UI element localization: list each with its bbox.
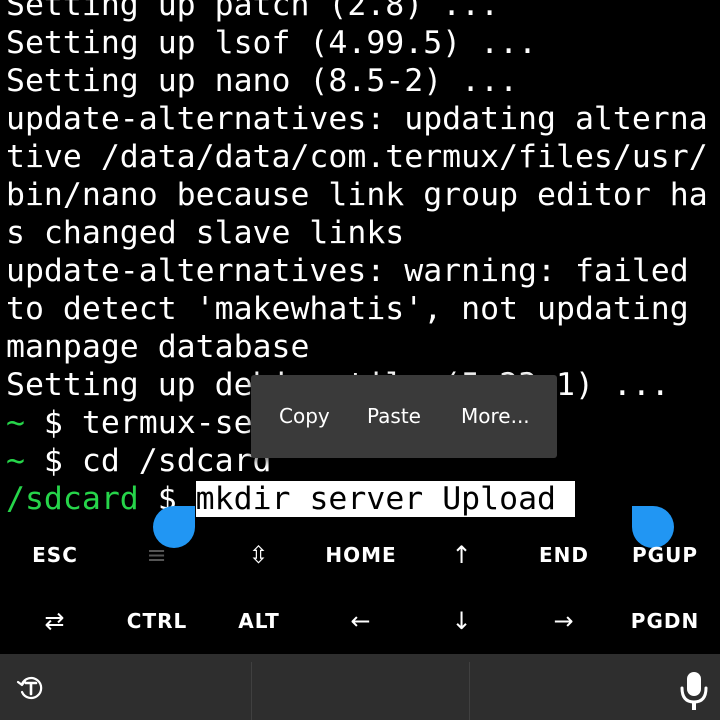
alt-key[interactable]: ALT [208, 588, 310, 654]
pgup-key[interactable]: PGUP [614, 522, 716, 588]
up-arrow-key[interactable]: ↑ [411, 522, 513, 588]
tab-key[interactable]: ⇄ [4, 588, 106, 654]
more-button[interactable]: More... [461, 375, 530, 458]
terminal-line: update-alternatives: warning: failed [6, 253, 689, 289]
terminal-line: s changed slave links [6, 215, 405, 251]
prompt-symbol: $ [24, 405, 82, 441]
paste-button[interactable]: Paste [367, 375, 421, 458]
terminal-line: Setting up patch (2.8) ... [6, 0, 500, 23]
esc-key[interactable]: ESC [4, 522, 106, 588]
prompt-symbol: $ [24, 443, 82, 479]
extra-keys-bar: ESC ≡ ⇳ HOME ↑ END PGUP ⇄ CTRL ALT ← ↓ →… [0, 522, 720, 654]
prompt-path: ~ [6, 443, 25, 479]
terminal-line: Setting up lsof (4.99.5) ... [6, 25, 538, 61]
copy-button[interactable]: Copy [279, 375, 330, 458]
terminal-line: manpage database [6, 329, 310, 365]
keyboard-toggle-key[interactable]: ⇳ [208, 522, 310, 588]
terminal-line: tive /data/data/com.termux/files/usr/ [6, 139, 708, 175]
keyboard-mode-icon[interactable] [16, 673, 46, 708]
prompt-path: /sdcard [6, 481, 139, 517]
terminal-line: update-alternatives: updating alterna [6, 101, 708, 137]
prompt-path: ~ [6, 405, 25, 441]
terminal-line: Setting up nano (8.5-2) ... [6, 63, 519, 99]
toolbar-divider [469, 662, 470, 720]
microphone-icon[interactable] [679, 670, 709, 715]
terminal-line: bin/nano because link group editor ha [6, 177, 708, 213]
pgdn-key[interactable]: PGDN [614, 588, 716, 654]
end-key[interactable]: END [513, 522, 615, 588]
left-arrow-key[interactable]: ← [310, 588, 412, 654]
current-prompt-line: /sdcard $ mkdir server Upload [6, 480, 720, 518]
selected-text[interactable]: mkdir server Upload [195, 481, 575, 517]
terminal-line: to detect 'makewhatis', not updating [6, 291, 689, 327]
text-selection-menu: Copy Paste More... [251, 375, 557, 458]
down-arrow-key[interactable]: ↓ [411, 588, 513, 654]
ctrl-key[interactable]: CTRL [106, 588, 208, 654]
bottom-toolbar [0, 654, 720, 720]
toolbar-divider [251, 662, 252, 720]
right-arrow-key[interactable]: → [513, 588, 615, 654]
command-text: cd /sdcard [81, 443, 272, 479]
drawer-key[interactable]: ≡ [106, 522, 208, 588]
termux-screen: Setting up patch (2.8) ... Setting up ls… [0, 0, 720, 720]
home-key[interactable]: HOME [310, 522, 412, 588]
